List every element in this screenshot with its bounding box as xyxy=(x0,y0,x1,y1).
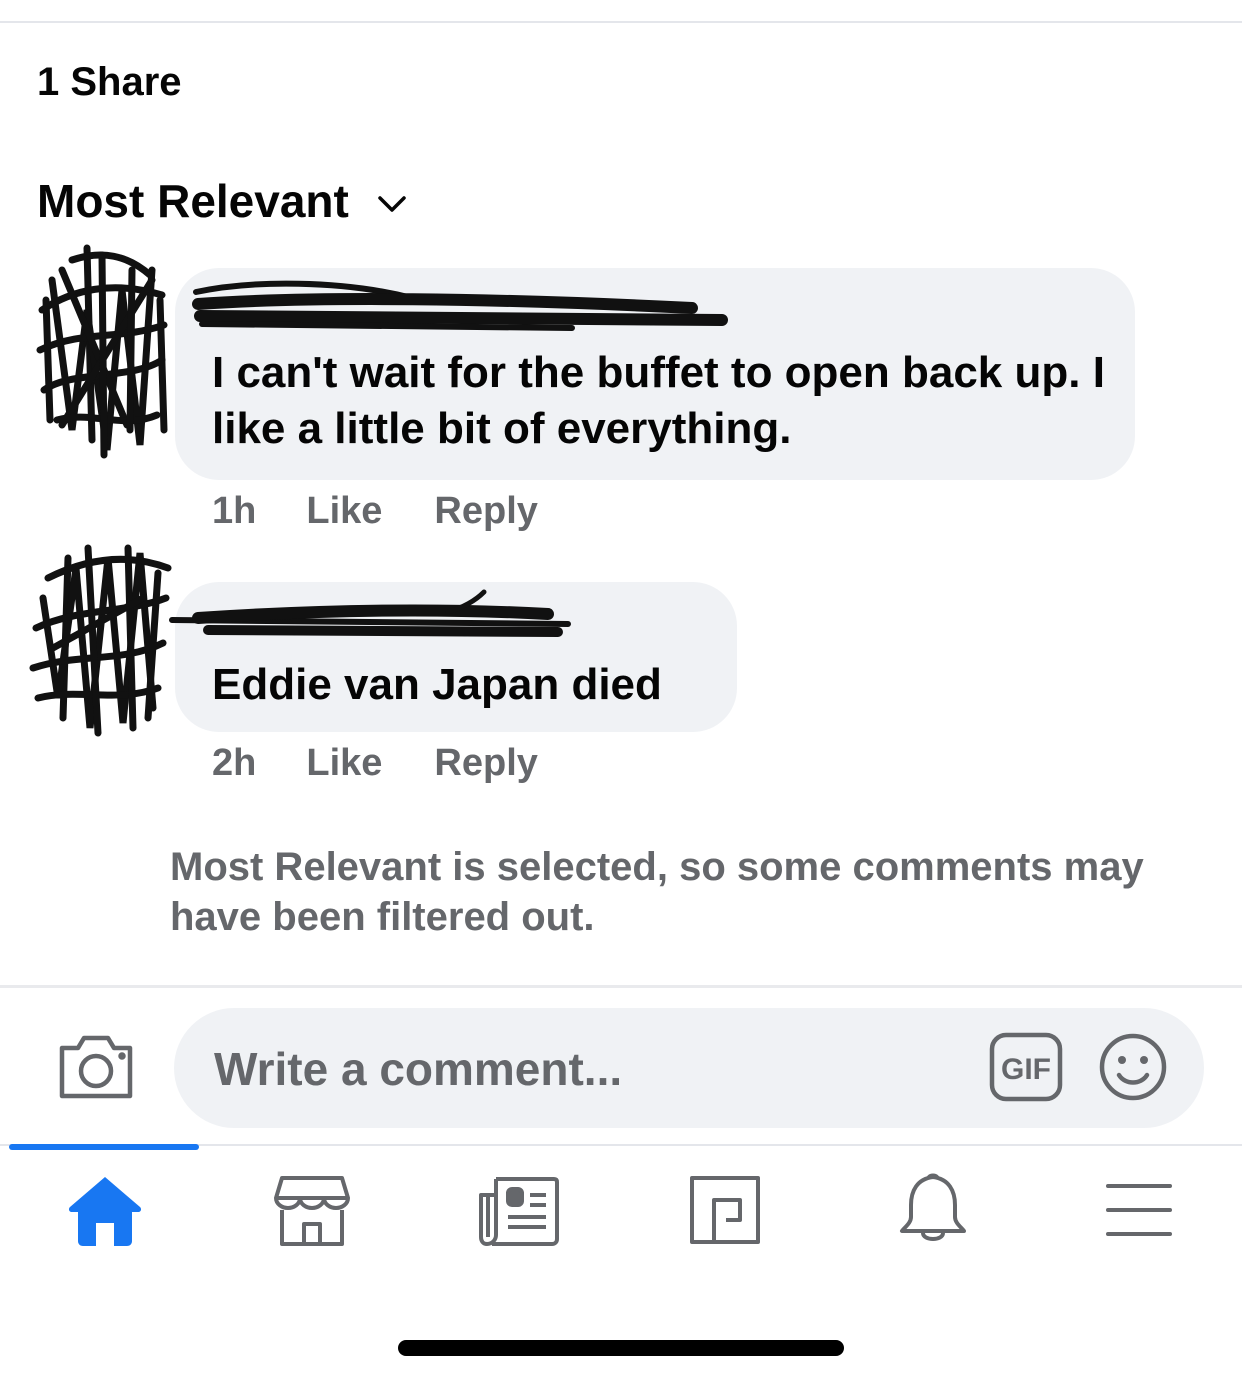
redacted-name xyxy=(192,280,728,331)
menu-icon xyxy=(1106,1184,1172,1236)
nav-notifications[interactable] xyxy=(888,1168,978,1252)
news-icon xyxy=(479,1177,559,1246)
comment-input[interactable] xyxy=(212,1030,916,1108)
redacted-avatar[interactable] xyxy=(32,240,172,465)
home-icon xyxy=(68,1177,142,1246)
comment-text: I can't wait for the buffet to open back… xyxy=(212,348,1105,453)
bell-icon xyxy=(900,1173,966,1241)
composer-divider xyxy=(0,985,1242,988)
redacted-avatar[interactable] xyxy=(28,538,173,738)
emoji-icon[interactable] xyxy=(1098,1032,1168,1102)
nav-menu[interactable] xyxy=(1094,1168,1184,1252)
camera-icon[interactable] xyxy=(56,1030,136,1102)
nav-news[interactable] xyxy=(474,1168,564,1252)
redacted-name xyxy=(169,589,571,637)
top-divider xyxy=(0,21,1242,23)
comment-actions: 2h Like Reply xyxy=(212,742,538,785)
nav-home[interactable] xyxy=(60,1168,150,1252)
gif-icon[interactable]: GIF xyxy=(989,1032,1063,1102)
share-count[interactable]: 1 Share xyxy=(37,60,182,105)
comment-timestamp: 1h xyxy=(212,490,257,532)
comment-timestamp: 2h xyxy=(212,742,257,784)
marketplace-icon xyxy=(274,1176,350,1246)
home-indicator xyxy=(398,1340,844,1356)
sort-label: Most Relevant xyxy=(37,175,349,227)
pages-icon xyxy=(690,1176,760,1244)
nav-pages[interactable] xyxy=(680,1168,770,1252)
chevron-down-icon xyxy=(378,196,406,212)
comment-composer: GIF xyxy=(174,1008,1204,1128)
like-button[interactable]: Like xyxy=(306,742,382,785)
filter-note: Most Relevant is selected, so some comme… xyxy=(170,845,1144,939)
comment-text: Eddie van Japan died xyxy=(212,660,662,709)
gif-label: GIF xyxy=(1001,1053,1051,1086)
active-tab-indicator xyxy=(9,1144,199,1150)
reply-button[interactable]: Reply xyxy=(434,742,537,785)
nav-marketplace[interactable] xyxy=(267,1168,357,1252)
like-button[interactable]: Like xyxy=(306,490,382,533)
reply-button[interactable]: Reply xyxy=(434,490,537,533)
comment-sort-dropdown[interactable]: Most Relevant xyxy=(37,174,407,228)
comment-actions: 1h Like Reply xyxy=(212,490,538,533)
